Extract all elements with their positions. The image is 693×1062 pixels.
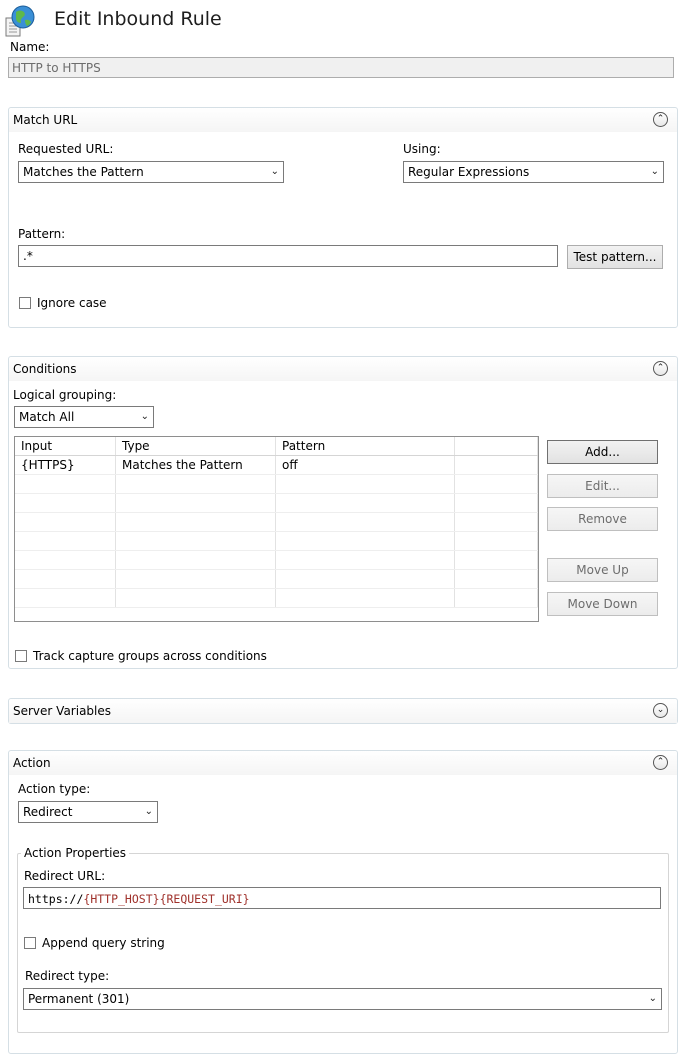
empty-row: [15, 512, 538, 532]
edit-button[interactable]: Edit...: [547, 474, 658, 498]
cell-type: Matches the Pattern: [115, 455, 276, 475]
cell-pattern: off: [275, 455, 455, 475]
using-value: Regular Expressions: [408, 165, 530, 179]
track-capture-checkbox[interactable]: [15, 650, 27, 662]
cell-input: {HTTPS}: [15, 455, 116, 475]
expand-icon[interactable]: ⌄: [653, 703, 668, 718]
redirect-type-label: Redirect type:: [25, 969, 110, 983]
pattern-input[interactable]: .*: [18, 245, 558, 267]
move-up-button[interactable]: Move Up: [547, 558, 658, 582]
action-title: Action: [13, 756, 51, 770]
append-query-checkbox[interactable]: [24, 937, 36, 949]
globe-document-icon: [4, 4, 36, 38]
ignore-case-label[interactable]: Ignore case: [37, 296, 107, 310]
remove-button[interactable]: Remove: [547, 507, 658, 531]
add-button[interactable]: Add...: [547, 440, 658, 464]
empty-row: [15, 474, 538, 494]
conditions-header[interactable]: Conditions ⌃: [9, 357, 677, 381]
action-type-select[interactable]: Redirect ⌄: [18, 801, 158, 823]
column-header-spacer: [454, 437, 538, 456]
name-label: Name:: [10, 40, 50, 54]
chevron-down-icon: ⌄: [648, 993, 657, 1004]
chevron-down-icon: ⌄: [140, 411, 149, 422]
empty-row: [15, 550, 538, 570]
conditions-title: Conditions: [13, 362, 77, 376]
track-capture-label[interactable]: Track capture groups across conditions: [33, 649, 267, 663]
empty-row: [15, 588, 538, 608]
redirect-url-var-uri: {REQUEST_URI}: [159, 892, 250, 906]
requested-url-value: Matches the Pattern: [23, 165, 144, 179]
redirect-url-var-host: {HTTP_HOST}: [83, 892, 160, 906]
ignore-case-checkbox[interactable]: [19, 297, 31, 309]
redirect-url-label: Redirect URL:: [24, 869, 106, 883]
requested-url-label: Requested URL:: [18, 142, 114, 156]
redirect-type-value: Permanent (301): [28, 992, 130, 1006]
column-header-type[interactable]: Type: [115, 437, 276, 456]
action-type-value: Redirect: [23, 805, 73, 819]
test-pattern-button[interactable]: Test pattern...: [567, 245, 663, 269]
match-url-section: Match URL ⌃: [8, 107, 678, 328]
collapse-icon[interactable]: ⌃: [653, 112, 668, 127]
pattern-label: Pattern:: [18, 227, 66, 241]
move-down-button[interactable]: Move Down: [547, 592, 658, 616]
conditions-table[interactable]: Input Type Pattern {HTTPS} Matches the P…: [14, 436, 539, 622]
action-properties-title: Action Properties: [21, 846, 130, 860]
match-url-title: Match URL: [13, 113, 78, 127]
requested-url-select[interactable]: Matches the Pattern ⌄: [18, 161, 284, 183]
redirect-type-select[interactable]: Permanent (301) ⌄: [23, 988, 662, 1010]
action-type-label: Action type:: [18, 782, 91, 796]
column-header-input[interactable]: Input: [15, 437, 116, 456]
collapse-icon[interactable]: ⌃: [653, 361, 668, 376]
table-header-row: Input Type Pattern: [15, 437, 538, 456]
logical-grouping-select[interactable]: Match All ⌄: [14, 406, 154, 428]
append-query-label[interactable]: Append query string: [42, 936, 165, 950]
logical-grouping-value: Match All: [19, 410, 75, 424]
match-url-header[interactable]: Match URL ⌃: [9, 108, 677, 132]
chevron-down-icon: ⌄: [270, 166, 279, 177]
empty-row: [15, 531, 538, 551]
using-label: Using:: [403, 142, 441, 156]
empty-row: [15, 569, 538, 589]
server-variables-title: Server Variables: [13, 704, 112, 718]
chevron-down-icon: ⌄: [144, 806, 153, 817]
chevron-down-icon: ⌄: [650, 166, 659, 177]
column-header-pattern[interactable]: Pattern: [275, 437, 455, 456]
collapse-icon[interactable]: ⌃: [653, 755, 668, 770]
redirect-url-input[interactable]: https://{HTTP_HOST}{REQUEST_URI}: [23, 887, 661, 909]
logical-grouping-label: Logical grouping:: [13, 388, 117, 402]
conditions-grid: Input Type Pattern {HTTPS} Matches the P…: [15, 437, 538, 608]
action-header[interactable]: Action ⌃: [9, 751, 677, 775]
server-variables-section[interactable]: Server Variables ⌄: [8, 698, 678, 724]
table-row[interactable]: {HTTPS} Matches the Pattern off: [15, 455, 538, 475]
server-variables-header[interactable]: Server Variables ⌄: [9, 699, 677, 723]
empty-row: [15, 493, 538, 513]
name-field[interactable]: HTTP to HTTPS: [8, 57, 674, 78]
redirect-url-prefix: https://: [28, 892, 84, 906]
page-title: Edit Inbound Rule: [54, 8, 222, 30]
using-select[interactable]: Regular Expressions ⌄: [403, 161, 664, 183]
